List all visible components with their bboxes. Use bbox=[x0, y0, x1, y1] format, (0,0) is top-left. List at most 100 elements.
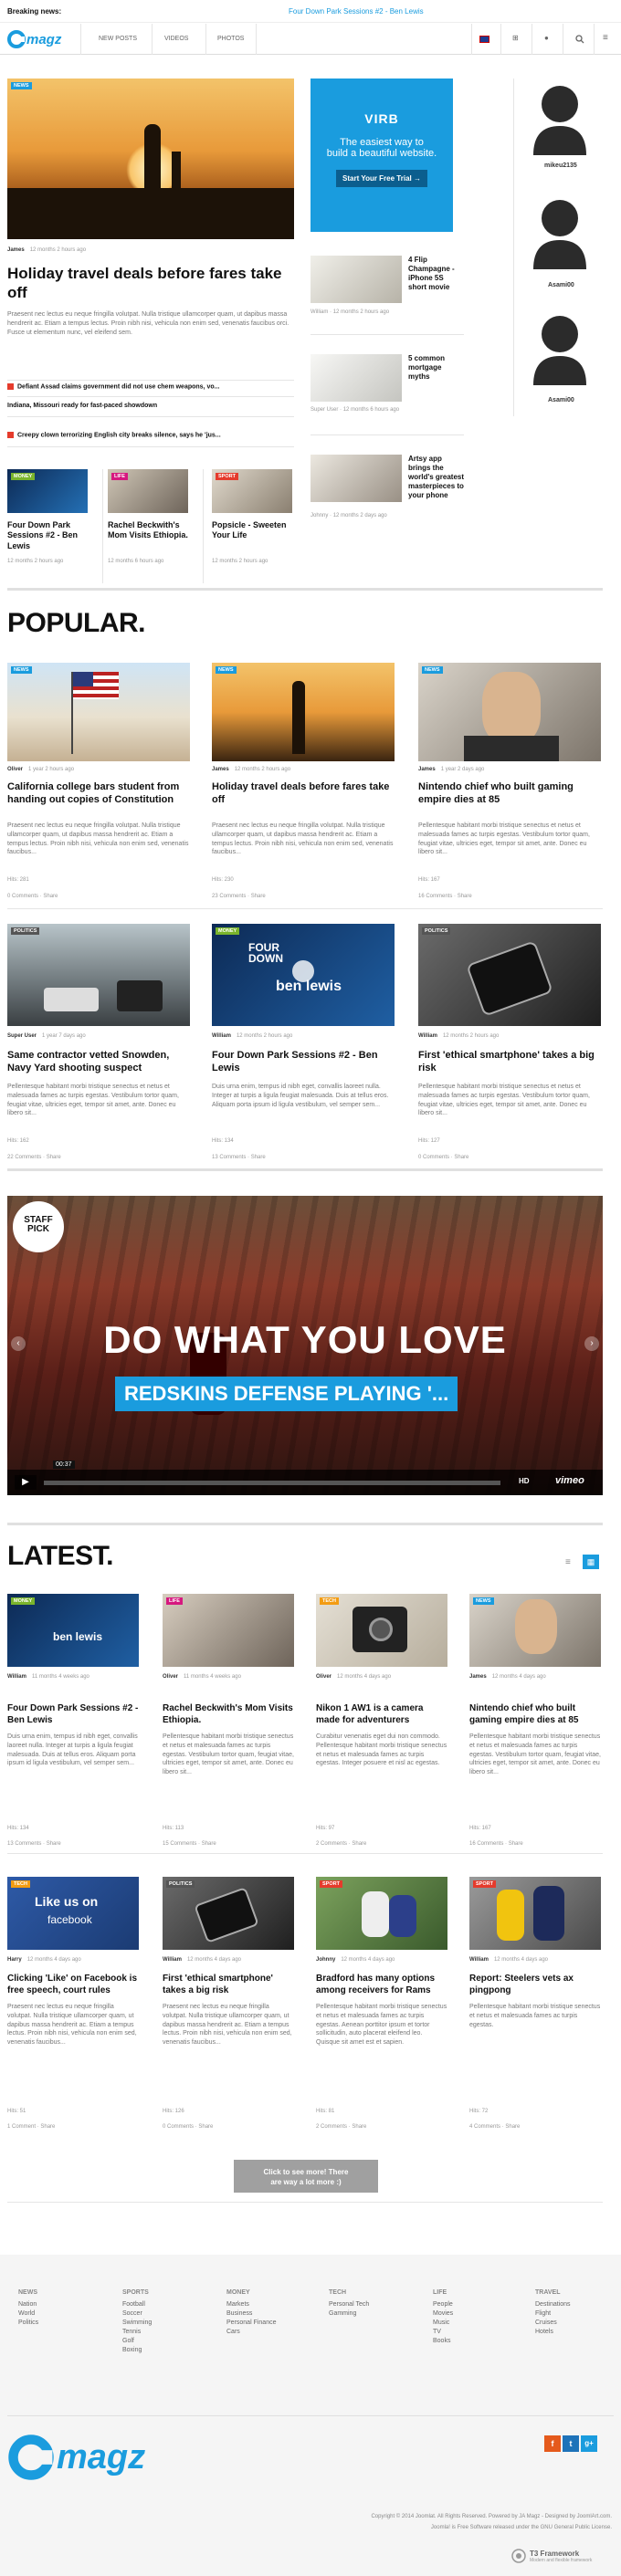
ad-cta-button[interactable]: Start Your Free Trial → bbox=[336, 170, 427, 187]
mini-story-time-1: 12 months 2 hours ago bbox=[7, 559, 64, 564]
social-links: f t g+ bbox=[544, 2435, 597, 2452]
side-story-image-3[interactable] bbox=[310, 455, 402, 502]
popular-comments-1[interactable]: 0 Comments · Share bbox=[7, 894, 58, 899]
video-prev-button[interactable]: ‹ bbox=[11, 1336, 26, 1351]
popular-title-5[interactable]: Four Down Park Sessions #2 - Ben Lewis bbox=[212, 1050, 395, 1075]
latest-comments-4[interactable]: 16 Comments · Share bbox=[469, 1841, 523, 1847]
popular-title-2[interactable]: Holiday travel deals before fares take o… bbox=[212, 781, 395, 807]
latest-title-1[interactable]: Four Down Park Sessions #2 - Ben Lewis bbox=[7, 1703, 139, 1726]
mini-story-title-2[interactable]: Rachel Beckwith's Mom Visits Ethiopia. bbox=[108, 520, 188, 541]
t3-badge[interactable]: T3 Framework Modern and flexible framewo… bbox=[511, 2549, 592, 2563]
latest-image-6[interactable]: POLITICS bbox=[163, 1877, 294, 1950]
featured-title[interactable]: Holiday travel deals before fares take o… bbox=[7, 264, 290, 303]
latest-hits-6: Hits: 126 bbox=[163, 2109, 184, 2114]
popular-title-1[interactable]: California college bars student from han… bbox=[7, 781, 190, 807]
popular-image-6[interactable]: POLITICS bbox=[418, 924, 601, 1026]
play-button[interactable]: ▶ bbox=[15, 1475, 37, 1490]
latest-excerpt-2: Pellentesque habitant morbi tristique se… bbox=[163, 1733, 294, 1776]
latest-image-2[interactable]: LIFE bbox=[163, 1594, 294, 1667]
side-story-title-2[interactable]: 5 common mortgage myths bbox=[408, 354, 461, 382]
featured-link-1[interactable]: Defiant Assad claims government did not … bbox=[7, 383, 219, 390]
video-brand[interactable]: vimeo bbox=[555, 1475, 584, 1486]
menu-icon[interactable]: ≡ bbox=[603, 33, 608, 43]
latest-title-8[interactable]: Report: Steelers vets ax pingpong bbox=[469, 1974, 601, 1996]
user-icon[interactable]: ● bbox=[544, 34, 549, 42]
featured-link-3[interactable]: Creepy clown terrorizing English city br… bbox=[7, 432, 221, 438]
latest-image-3[interactable]: TECH bbox=[316, 1594, 447, 1667]
load-more-button[interactable]: Click to see more! There are way a lot m… bbox=[234, 2160, 378, 2193]
video-player[interactable]: STAFF PICK DO WHAT YOU LOVE REDSKINS DEFE… bbox=[7, 1196, 603, 1495]
latest-comments-2[interactable]: 15 Comments · Share bbox=[163, 1841, 216, 1847]
latest-title-5[interactable]: Clicking 'Like' on Facebook is free spee… bbox=[7, 1974, 139, 1996]
latest-image-1[interactable]: ben lewis MONEY bbox=[7, 1594, 139, 1667]
popular-title-3[interactable]: Nintendo chief who built gaming empire d… bbox=[418, 781, 601, 807]
popular-comments-2[interactable]: 23 Comments · Share bbox=[212, 894, 266, 899]
grid-view-icon[interactable]: ▦ bbox=[583, 1555, 599, 1569]
mini-story-image-1[interactable]: MONEY bbox=[7, 469, 88, 513]
latest-image-4[interactable]: NEWS bbox=[469, 1594, 601, 1667]
nav-photos[interactable]: PHOTOS bbox=[217, 36, 244, 42]
facebook-icon[interactable]: f bbox=[544, 2435, 561, 2452]
popular-image-1[interactable]: NEWS bbox=[7, 663, 190, 761]
mini-story-title-3[interactable]: Popsicle - Sweeten Your Life bbox=[212, 520, 292, 541]
user-name-3[interactable]: Asami00 bbox=[548, 397, 574, 403]
font-size-icon[interactable]: ⊞ bbox=[512, 34, 519, 42]
featured-category[interactable]: NEWS bbox=[11, 82, 32, 89]
search-icon[interactable] bbox=[575, 35, 584, 44]
popular-image-3[interactable]: NEWS bbox=[418, 663, 601, 761]
latest-image-7[interactable]: SPORT bbox=[316, 1877, 447, 1950]
latest-title-7[interactable]: Bradford has many options among receiver… bbox=[316, 1974, 447, 1996]
popular-comments-5[interactable]: 13 Comments · Share bbox=[212, 1155, 266, 1160]
nav-videos[interactable]: VIDEOS bbox=[164, 36, 188, 42]
latest-image-5[interactable]: Like us on facebook TECH bbox=[7, 1877, 139, 1950]
side-story-title-3[interactable]: Artsy app brings the world's greatest ma… bbox=[408, 455, 465, 500]
list-view-icon[interactable]: ≡ bbox=[565, 1557, 571, 1567]
google-plus-icon[interactable]: g+ bbox=[581, 2435, 597, 2452]
logo-text: magz bbox=[26, 31, 62, 47]
site-logo[interactable]: magz bbox=[7, 30, 61, 48]
language-flag-icon[interactable] bbox=[479, 36, 489, 43]
latest-title-2[interactable]: Rachel Beckwith's Mom Visits Ethiopia. bbox=[163, 1703, 294, 1726]
latest-comments-7[interactable]: 2 Comments · Share bbox=[316, 2124, 366, 2130]
popular-image-4[interactable]: POLITICS bbox=[7, 924, 190, 1026]
latest-title-6[interactable]: First 'ethical smartphone' takes a big r… bbox=[163, 1974, 294, 1996]
staff-pick-badge: STAFF PICK bbox=[13, 1201, 64, 1252]
nav-new-posts[interactable]: NEW POSTS bbox=[99, 36, 137, 42]
video-next-button[interactable]: › bbox=[584, 1336, 599, 1351]
latest-title-3[interactable]: Nikon 1 AW1 is a camera made for adventu… bbox=[316, 1703, 447, 1726]
latest-comments-8[interactable]: 4 Comments · Share bbox=[469, 2124, 520, 2130]
side-story-title-1[interactable]: 4 Flip Champagne - iPhone 5S short movie bbox=[408, 256, 461, 292]
popular-title-6[interactable]: First 'ethical smartphone' takes a big r… bbox=[418, 1050, 601, 1075]
mini-story-title-1[interactable]: Four Down Park Sessions #2 - Ben Lewis bbox=[7, 520, 88, 551]
user-name-2[interactable]: Asami00 bbox=[548, 282, 574, 288]
popular-comments-6[interactable]: 0 Comments · Share bbox=[418, 1155, 468, 1160]
video-progress-bar[interactable] bbox=[44, 1481, 500, 1485]
popular-image-5[interactable]: FOUR DOWN ben lewis MONEY bbox=[212, 924, 395, 1026]
breaking-headline[interactable]: Four Down Park Sessions #2 - Ben Lewis bbox=[289, 7, 424, 16]
ad-banner[interactable]: VIRB The easiest way to build a beautifu… bbox=[310, 79, 453, 232]
popular-comments-4[interactable]: 22 Comments · Share bbox=[7, 1155, 61, 1160]
user-avatar-3[interactable] bbox=[530, 312, 590, 385]
mini-story-image-3[interactable]: SPORT bbox=[212, 469, 292, 513]
popular-comments-3[interactable]: 16 Comments · Share bbox=[418, 894, 472, 899]
featured-image[interactable]: NEWS bbox=[7, 79, 294, 239]
user-avatar-2[interactable] bbox=[530, 196, 590, 269]
twitter-icon[interactable]: t bbox=[563, 2435, 579, 2452]
latest-image-8[interactable]: SPORT bbox=[469, 1877, 601, 1950]
side-story-image-1[interactable] bbox=[310, 256, 402, 303]
latest-comments-1[interactable]: 13 Comments · Share bbox=[7, 1841, 61, 1847]
latest-comments-3[interactable]: 2 Comments · Share bbox=[316, 1841, 366, 1847]
featured-link-2[interactable]: Indiana, Missouri ready for fast-paced s… bbox=[7, 403, 157, 409]
latest-comments-5[interactable]: 1 Comment · Share bbox=[7, 2124, 55, 2130]
popular-title-4[interactable]: Same contractor vetted Snowden, Navy Yar… bbox=[7, 1050, 190, 1075]
latest-title-4[interactable]: Nintendo chief who built gaming empire d… bbox=[469, 1703, 601, 1726]
user-name-1[interactable]: mikeu2135 bbox=[544, 162, 577, 169]
video-caption[interactable]: REDSKINS DEFENSE PLAYING '... bbox=[115, 1377, 458, 1411]
footer-logo[interactable]: magz bbox=[7, 2434, 145, 2481]
side-story-image-2[interactable] bbox=[310, 354, 402, 402]
latest-comments-6[interactable]: 0 Comments · Share bbox=[163, 2124, 213, 2130]
user-avatar-1[interactable] bbox=[530, 82, 590, 155]
hd-icon[interactable]: HD bbox=[519, 1477, 530, 1485]
popular-image-2[interactable]: NEWS bbox=[212, 663, 395, 761]
mini-story-image-2[interactable]: LIFE bbox=[108, 469, 188, 513]
